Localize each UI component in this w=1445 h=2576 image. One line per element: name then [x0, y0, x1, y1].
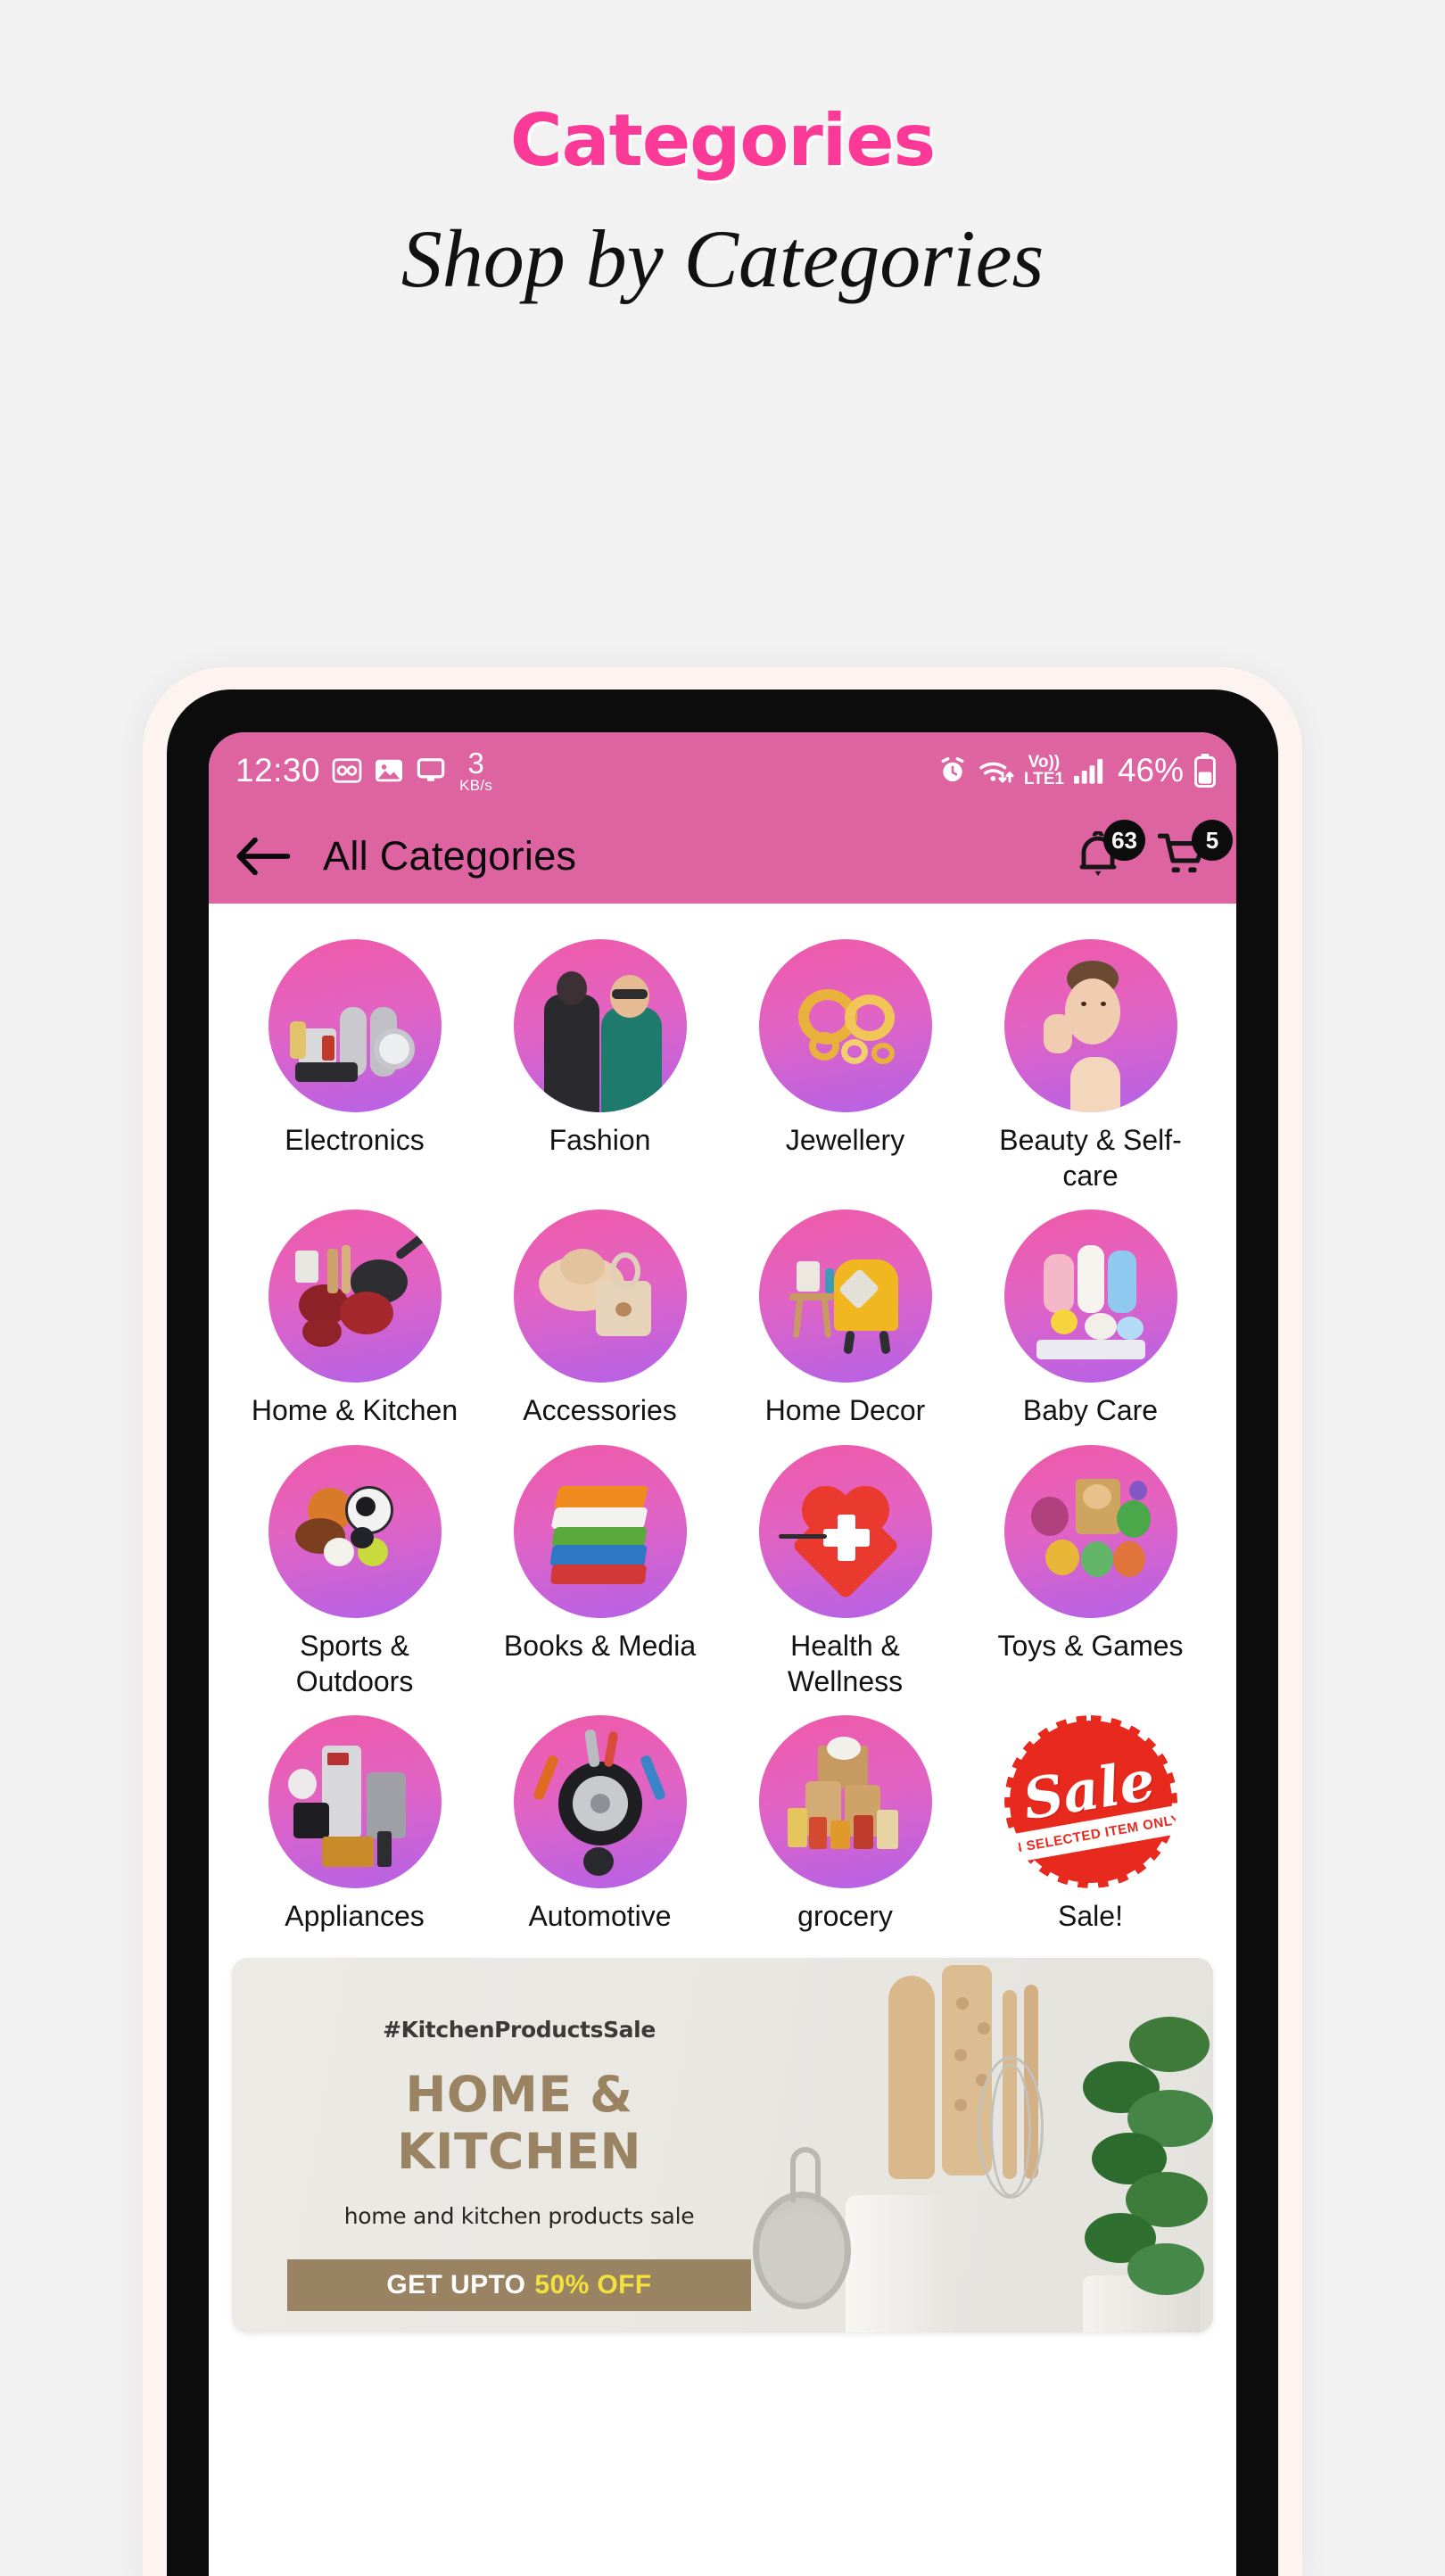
accessories-icon	[513, 1210, 687, 1383]
category-label: Accessories	[523, 1394, 677, 1427]
sale-badge-icon: Sale ON SELECTED ITEM ONLY	[1003, 1715, 1177, 1889]
app-bar-actions: 63 5	[1070, 820, 1233, 884]
sports-outdoors-icon	[268, 1445, 442, 1619]
cast-screen-icon	[416, 757, 446, 784]
alarm-icon	[938, 756, 967, 785]
category-item-grocery[interactable]: grocery	[722, 1715, 968, 1935]
phone-screen: 12:30 3 KB/s Vo)) LTE1 46% All Categorie…	[209, 732, 1236, 2576]
category-label: Toys & Games	[997, 1630, 1184, 1663]
category-item-automotive[interactable]: Automotive	[477, 1715, 722, 1935]
baby-care-icon	[1003, 1210, 1177, 1383]
voicemail-icon	[332, 757, 362, 784]
category-label: Automotive	[528, 1900, 672, 1933]
battery-icon	[1193, 754, 1217, 788]
category-item-electronics[interactable]: Electronics	[232, 939, 477, 1193]
automotive-icon	[513, 1715, 687, 1889]
banner-cta-prefix: GET UPTO	[386, 2270, 526, 2300]
category-item-home-kitchen[interactable]: Home & Kitchen	[232, 1210, 477, 1429]
category-label: Fashion	[549, 1124, 651, 1156]
app-bar: All Categories 63 5	[209, 809, 1236, 904]
volte-label-top: Vo))	[1028, 752, 1061, 772]
promo-subtitle: Shop by Categories	[400, 213, 1045, 304]
categories-grid: Electronics Fashion Jewellery Beauty & S…	[209, 939, 1236, 1935]
strainer-icon	[753, 2192, 851, 2310]
back-arrow-icon[interactable]	[235, 835, 291, 878]
notification-badge: 63	[1103, 820, 1145, 861]
category-label: Sports & Outdoors	[295, 1630, 414, 1697]
volte-indicator: Vo)) LTE1	[1023, 752, 1064, 788]
network-speed-value: 3	[467, 747, 484, 780]
category-label: grocery	[797, 1900, 893, 1933]
promo-banner-wrap: #KitchenProductsSale HOME & KITCHEN home…	[209, 1935, 1236, 2333]
battery-percent: 46%	[1117, 752, 1184, 788]
category-item-fashion[interactable]: Fashion	[477, 939, 722, 1193]
category-item-accessories[interactable]: Accessories	[477, 1210, 722, 1429]
status-bar-left: 12:30 3 KB/s	[235, 748, 938, 793]
status-bar-right: Vo)) LTE1 46%	[938, 752, 1217, 789]
category-label: Appliances	[285, 1900, 425, 1933]
category-item-appliances[interactable]: Appliances	[232, 1715, 477, 1935]
category-label: Baby Care	[1022, 1394, 1159, 1427]
categories-content: Electronics Fashion Jewellery Beauty & S…	[209, 904, 1236, 2576]
network-speed: 3 KB/s	[459, 748, 492, 793]
category-item-health-wellness[interactable]: Health & Wellness	[722, 1445, 968, 1699]
network-speed-unit: KB/s	[459, 777, 493, 794]
banner-cta-button[interactable]: GET UPTO 50% OFF	[287, 2259, 751, 2312]
cart-badge: 5	[1192, 820, 1233, 861]
category-label: Sale!	[1058, 1900, 1123, 1933]
wooden-spoon-icon	[888, 1976, 935, 2180]
cart-button[interactable]: 5	[1158, 820, 1233, 884]
category-item-home-decor[interactable]: Home Decor	[722, 1210, 968, 1429]
promo-banner[interactable]: #KitchenProductsSale HOME & KITCHEN home…	[232, 1958, 1213, 2333]
wifi-icon	[977, 756, 1014, 785]
category-item-sale[interactable]: Sale ON SELECTED ITEM ONLY Sale!	[968, 1715, 1213, 1935]
toys-games-icon	[1003, 1445, 1177, 1619]
health-wellness-icon	[758, 1445, 932, 1619]
banner-headline: HOME & KITCHEN	[396, 2066, 642, 2181]
sale-sticker: Sale ON SELECTED ITEM ONLY	[1003, 1715, 1177, 1889]
status-bar: 12:30 3 KB/s Vo)) LTE1 46%	[209, 732, 1236, 809]
appliances-icon	[268, 1715, 442, 1889]
jewellery-icon	[758, 939, 932, 1112]
books-media-icon	[513, 1445, 687, 1619]
category-item-baby-care[interactable]: Baby Care	[968, 1210, 1213, 1429]
page-title: All Categories	[323, 833, 577, 879]
fashion-icon	[513, 939, 687, 1112]
category-item-books-media[interactable]: Books & Media	[477, 1445, 722, 1699]
category-label: Home & Kitchen	[251, 1394, 458, 1427]
banner-photo	[714, 1958, 1213, 2333]
signal-bars-icon	[1073, 757, 1108, 784]
electronics-icon	[268, 939, 442, 1112]
category-item-toys-games[interactable]: Toys & Games	[968, 1445, 1213, 1699]
category-label: Jewellery	[785, 1124, 905, 1156]
category-item-sports-outdoors[interactable]: Sports & Outdoors	[232, 1445, 477, 1699]
banner-subtext: home and kitchen products sale	[343, 2203, 695, 2230]
category-label: Home Decor	[764, 1394, 926, 1427]
category-label: Beauty & Self-care	[999, 1124, 1182, 1192]
promo-title: Categories	[509, 99, 936, 182]
category-item-beauty-selfcare[interactable]: Beauty & Self-care	[968, 939, 1213, 1193]
grocery-icon	[758, 1715, 932, 1889]
banner-hashtag: #KitchenProductsSale	[383, 2017, 656, 2043]
category-label: Books & Media	[503, 1630, 697, 1663]
volte-label-bottom: LTE1	[1023, 770, 1064, 788]
banner-text-block: #KitchenProductsSale HOME & KITCHEN home…	[287, 2017, 751, 2312]
category-label: Health & Wellness	[787, 1630, 904, 1697]
phone-mockup: 12:30 3 KB/s Vo)) LTE1 46% All Categorie…	[143, 667, 1302, 2576]
notifications-button[interactable]: 63	[1070, 820, 1145, 884]
status-time: 12:30	[235, 752, 321, 788]
banner-cta-highlight: 50% OFF	[534, 2270, 652, 2300]
home-kitchen-icon	[268, 1210, 442, 1383]
category-label: Electronics	[285, 1124, 425, 1156]
promo-header: Categories Shop by Categories	[0, 0, 1445, 302]
beauty-selfcare-icon	[1003, 939, 1177, 1112]
ceramic-jug-icon	[846, 2195, 960, 2333]
category-item-jewellery[interactable]: Jewellery	[722, 939, 968, 1193]
home-decor-icon	[758, 1210, 932, 1383]
image-icon	[374, 757, 404, 784]
